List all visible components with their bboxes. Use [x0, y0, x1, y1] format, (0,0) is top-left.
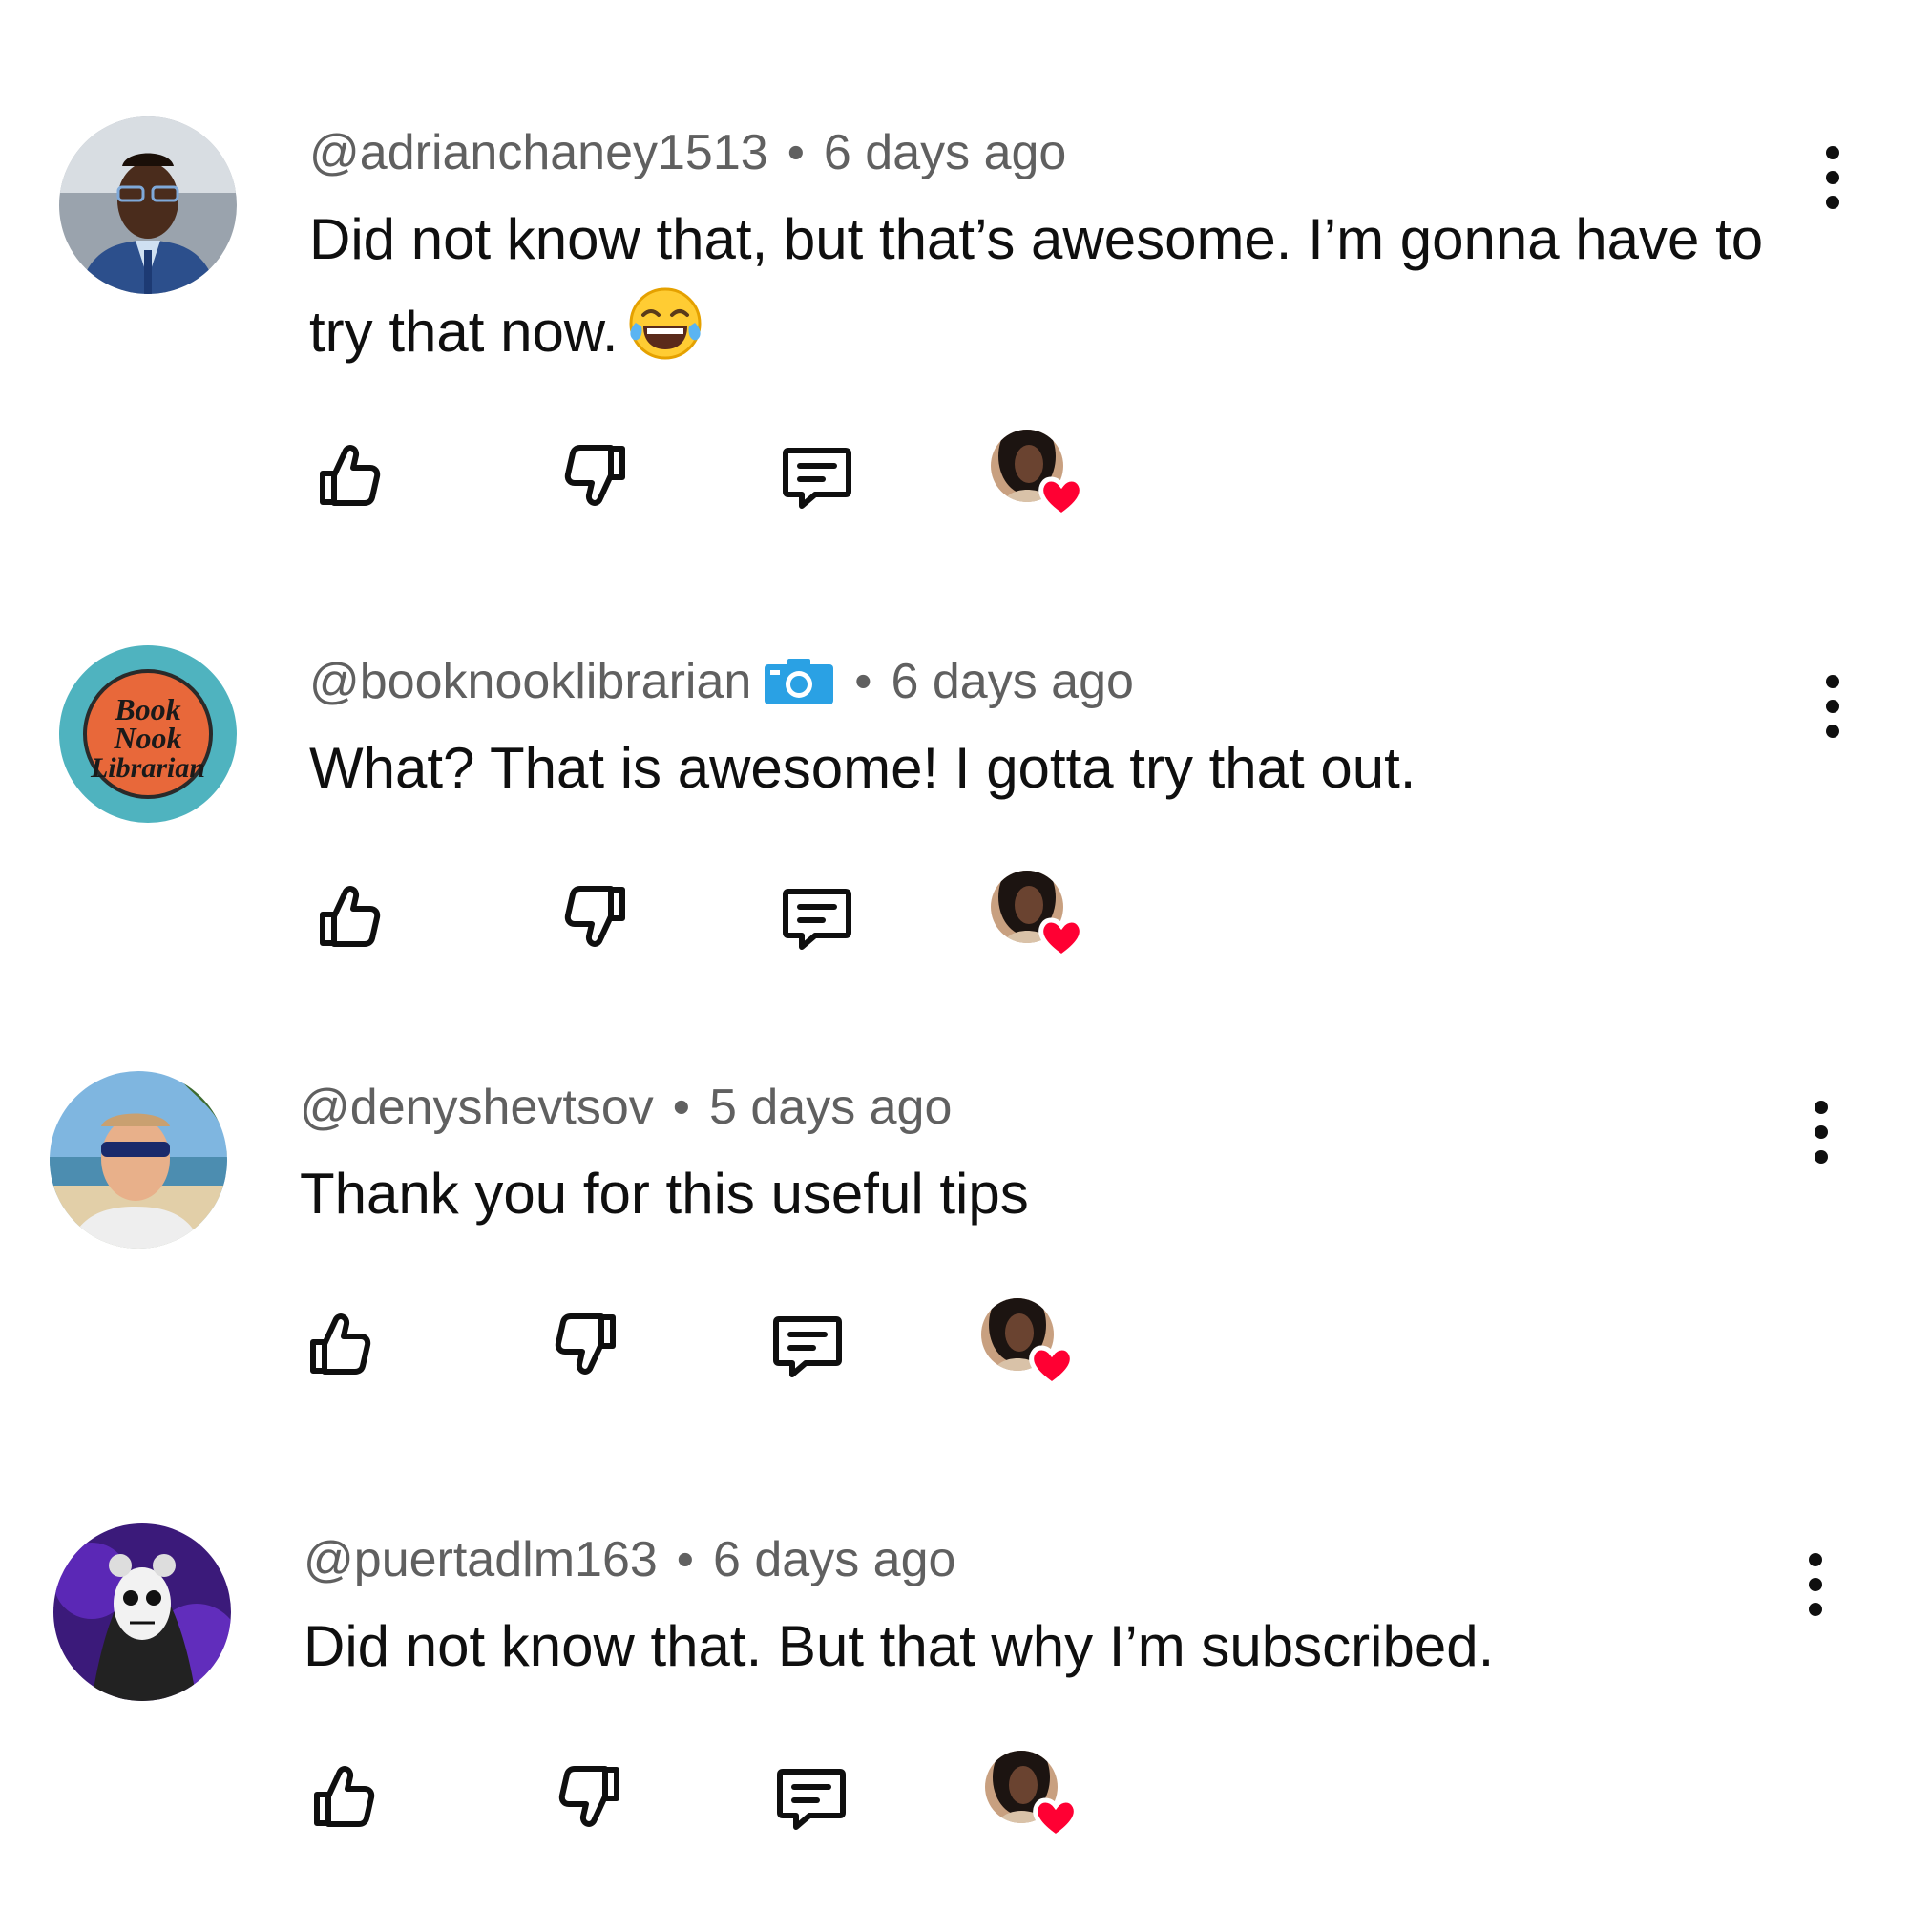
creator-heart-icon	[983, 1749, 1088, 1840]
comment-text-content: What? That is awesome! I gotta try that …	[309, 736, 1416, 800]
reply-comment-icon	[779, 878, 855, 955]
thumbs-up-icon	[309, 878, 386, 955]
thumbs-down-icon	[550, 1306, 626, 1382]
comment-text-content: Thank you for this useful tips	[300, 1162, 1029, 1226]
dislike-button[interactable]	[559, 437, 636, 514]
like-button[interactable]	[309, 878, 386, 955]
reply-button[interactable]	[773, 1758, 850, 1835]
comment-actions	[309, 878, 1168, 974]
comment-item: @adrianchaney1513 • 6 days ago Did not k…	[0, 105, 1909, 525]
reply-button[interactable]	[779, 878, 855, 955]
creator-heart-badge	[983, 1749, 1088, 1840]
comment-author[interactable]: @adrianchaney1513	[309, 124, 768, 181]
comment-author[interactable]: @denyshevtsov	[300, 1079, 654, 1136]
more-vertical-icon	[1814, 668, 1852, 745]
comment-timestamp[interactable]: 6 days ago	[713, 1531, 955, 1588]
comment-text: Did not know that. But that why I’m subs…	[304, 1602, 1793, 1691]
avatar[interactable]	[53, 1523, 231, 1701]
comment-meta: @denyshevtsov • 5 days ago	[300, 1079, 952, 1136]
creator-heart-icon	[989, 428, 1094, 519]
creator-heart-icon	[989, 869, 1094, 960]
more-vertical-icon	[1814, 139, 1852, 216]
reply-comment-icon	[779, 437, 855, 514]
reply-button[interactable]	[769, 1306, 846, 1382]
comment-item: Book Nook Librarian @booknooklibrarian •…	[0, 634, 1909, 1054]
comment-text-content: Did not know that, but that’s awesome. I…	[309, 207, 1764, 364]
thumbs-down-icon	[554, 1758, 630, 1835]
face-with-tears-of-joy-icon	[626, 284, 704, 363]
avatar-text-line: Nook	[113, 721, 181, 755]
comment-timestamp[interactable]: 6 days ago	[824, 124, 1066, 181]
more-vertical-icon	[1796, 1546, 1835, 1623]
meta-separator: •	[854, 654, 872, 709]
creator-heart-badge	[989, 869, 1094, 960]
comment-item: @puertadlm163 • 6 days ago Did not know …	[0, 1512, 1909, 1932]
comment-actions	[300, 1306, 1159, 1401]
comment-menu-button[interactable]	[1802, 1094, 1840, 1170]
thumbs-down-icon	[559, 437, 636, 514]
camera-icon	[763, 657, 835, 706]
comment-text: Thank you for this useful tips	[300, 1149, 1789, 1239]
meta-separator: •	[672, 1080, 690, 1135]
comment-menu-button[interactable]	[1814, 139, 1852, 216]
like-button[interactable]	[304, 1758, 380, 1835]
comment-meta: @adrianchaney1513 • 6 days ago	[309, 124, 1066, 181]
comment-author[interactable]: @puertadlm163	[304, 1531, 658, 1588]
avatar[interactable]	[50, 1071, 227, 1249]
comment-text: Did not know that, but that’s awesome. I…	[309, 195, 1798, 377]
creator-heart-badge	[979, 1296, 1084, 1388]
like-button[interactable]	[300, 1306, 376, 1382]
reply-comment-icon	[769, 1306, 846, 1382]
thumbs-down-icon	[559, 878, 636, 955]
dislike-button[interactable]	[550, 1306, 626, 1382]
thumbs-up-icon	[309, 437, 386, 514]
comment-meta: @puertadlm163 • 6 days ago	[304, 1531, 955, 1588]
thumbs-up-icon	[304, 1758, 380, 1835]
creator-heart-badge	[989, 428, 1094, 519]
comment-author[interactable]: @booknooklibrarian	[309, 653, 751, 710]
comment-meta: @booknooklibrarian • 6 days ago	[309, 653, 1134, 710]
comment-menu-button[interactable]	[1796, 1546, 1835, 1623]
avatar[interactable]	[59, 116, 237, 294]
dislike-button[interactable]	[559, 878, 636, 955]
creator-heart-icon	[979, 1296, 1084, 1388]
avatar[interactable]: Book Nook Librarian	[59, 645, 237, 823]
comment-timestamp[interactable]: 5 days ago	[709, 1079, 952, 1136]
thumbs-up-icon	[300, 1306, 376, 1382]
comment-text-content: Did not know that. But that why I’m subs…	[304, 1614, 1495, 1678]
reply-comment-icon	[773, 1758, 850, 1835]
comment-item: @denyshevtsov • 5 days ago Thank you for…	[0, 1060, 1909, 1480]
reply-button[interactable]	[779, 437, 855, 514]
meta-separator: •	[787, 125, 805, 180]
comment-menu-button[interactable]	[1814, 668, 1852, 745]
comment-timestamp[interactable]: 6 days ago	[892, 653, 1134, 710]
avatar-text-line: Librarian	[90, 752, 205, 784]
comment-text: What? That is awesome! I gotta try that …	[309, 724, 1798, 813]
comment-actions	[309, 437, 1168, 533]
dislike-button[interactable]	[554, 1758, 630, 1835]
meta-separator: •	[676, 1532, 694, 1587]
like-button[interactable]	[309, 437, 386, 514]
more-vertical-icon	[1802, 1094, 1840, 1170]
comment-actions	[304, 1758, 1163, 1854]
